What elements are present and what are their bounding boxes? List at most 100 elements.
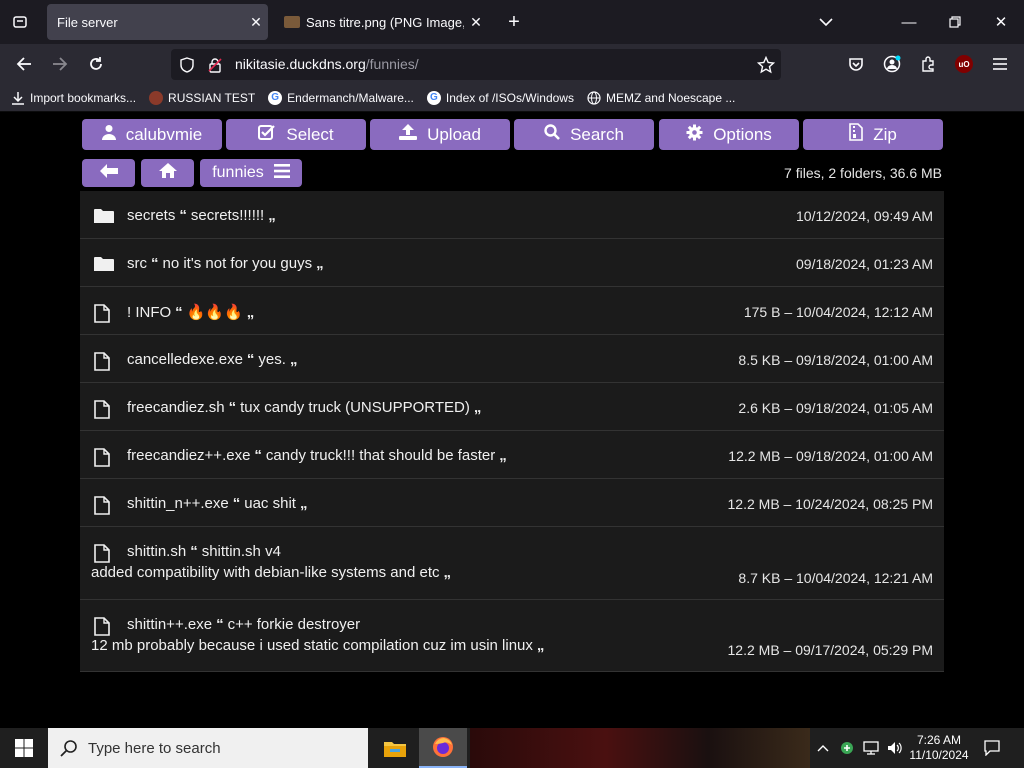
- checkbox-icon: [258, 124, 276, 145]
- file-description: tux candy truck (UNSUPPORTED): [240, 399, 470, 416]
- start-button[interactable]: [0, 728, 48, 768]
- menu-icon[interactable]: [986, 50, 1014, 78]
- quote-open: “: [228, 399, 237, 416]
- bookmark-label: Import bookmarks...: [30, 90, 137, 105]
- folder-row[interactable]: secrets “secrets!!!!!! „ 10/12/2024, 09:49 …: [80, 191, 944, 239]
- file-name[interactable]: freecandiez++.exe: [127, 447, 250, 464]
- file-icon: [94, 400, 114, 419]
- back-button[interactable]: [82, 159, 135, 187]
- file-icon: [94, 448, 114, 467]
- file-name[interactable]: freecandiez.sh: [127, 399, 225, 416]
- globe-icon: [586, 90, 602, 106]
- file-icon: [94, 352, 114, 371]
- recycle-tray-icon[interactable]: [836, 728, 858, 768]
- file-row[interactable]: shittin++.exe “c++ forkie destroyer 12 mb …: [80, 600, 944, 672]
- file-name-line: shittin.sh “shittin.sh v4: [127, 543, 281, 560]
- user-button[interactable]: calubvmie: [82, 119, 222, 150]
- bookmark-russian-test[interactable]: RUSSIAN TEST: [148, 90, 255, 106]
- shield-icon[interactable]: [179, 56, 195, 73]
- page-content: calubvmie Select Upload Search Options Z…: [0, 113, 1024, 728]
- minimize-icon[interactable]: —: [886, 0, 932, 44]
- bookmarks-bar: Import bookmarks... RUSSIAN TEST G Ender…: [0, 84, 1024, 112]
- tab-file-server[interactable]: File server ✕: [47, 4, 268, 40]
- quote-open: “: [232, 495, 241, 512]
- folder-menu-button[interactable]: funnies: [200, 159, 302, 187]
- search-label: Search: [570, 124, 624, 144]
- reload-icon[interactable]: [82, 50, 110, 78]
- bookmark-label: RUSSIAN TEST: [168, 90, 256, 105]
- file-name-line: freecandiez++.exe “candy truck!!! that sh…: [127, 447, 511, 464]
- restore-icon[interactable]: [932, 0, 978, 44]
- file-name-line: cancelledexe.exe “yes. „: [127, 351, 301, 368]
- file-row[interactable]: shittin_n++.exe “uac shit „ 12.2 MB – 10/24…: [80, 479, 944, 527]
- new-tab-icon[interactable]: +: [502, 10, 526, 34]
- bookmark-star-icon[interactable]: [757, 56, 775, 74]
- tab-label: Sans titre.png (PNG Image, 335: [306, 14, 464, 30]
- image-tab-icon: [284, 16, 300, 28]
- folder-row[interactable]: src “no it's not for you guys „ 09/18/2024,…: [80, 239, 944, 287]
- notifications-icon[interactable]: [980, 728, 1004, 768]
- home-button[interactable]: [141, 159, 194, 187]
- volume-icon[interactable]: [884, 728, 906, 768]
- upload-button[interactable]: Upload: [370, 119, 510, 150]
- file-row[interactable]: cancelledexe.exe “yes. „ 8.5 KB – 09/18/202…: [80, 335, 944, 383]
- zip-button[interactable]: Zip: [803, 119, 943, 150]
- file-icon: [94, 496, 114, 515]
- file-row[interactable]: freecandiez++.exe “candy truck!!! that sh…: [80, 431, 944, 479]
- file-name[interactable]: src: [127, 255, 147, 272]
- file-meta: 12.2 MB – 10/24/2024, 08:25 PM: [727, 496, 933, 512]
- search-button[interactable]: Search: [514, 119, 654, 150]
- ublock-icon[interactable]: uO: [950, 50, 978, 78]
- select-button[interactable]: Select: [226, 119, 366, 150]
- list-all-tabs-icon[interactable]: [814, 10, 838, 34]
- file-row[interactable]: ! INFO “🔥🔥🔥 „ 175 B – 10/04/2024, 12:12 AM: [80, 287, 944, 335]
- tab-list-icon[interactable]: [8, 10, 32, 34]
- bookmark-label: Index of /ISOs/Windows: [445, 90, 574, 105]
- tab-png-image[interactable]: Sans titre.png (PNG Image, 335 ✕: [276, 4, 488, 40]
- options-button[interactable]: Options: [659, 119, 799, 150]
- clock[interactable]: 7:26 AM 11/10/2024: [908, 728, 970, 768]
- file-description-continued: 12 mb probably because i used static com…: [91, 637, 548, 654]
- file-name[interactable]: shittin_n++.exe: [127, 495, 229, 512]
- quote-close: „: [299, 495, 308, 512]
- extensions-icon[interactable]: [914, 50, 942, 78]
- file-name[interactable]: shittin.sh: [127, 543, 186, 560]
- file-name[interactable]: shittin++.exe: [127, 616, 212, 633]
- file-name[interactable]: ! INFO: [127, 304, 171, 321]
- back-arrow-icon[interactable]: [10, 50, 38, 78]
- address-bar[interactable]: nikitasie.duckdns.org/funnies/: [171, 49, 781, 80]
- upload-label: Upload: [427, 124, 481, 144]
- file-description-line2: 12 mb probably because i used static com…: [91, 637, 533, 654]
- bookmark-isos[interactable]: G Index of /ISOs/Windows: [426, 90, 574, 106]
- bookmark-memz[interactable]: MEMZ and Noescape ...: [586, 90, 735, 106]
- file-row[interactable]: freecandiez.sh “tux candy truck (UNSUPPOR…: [80, 383, 944, 431]
- pocket-icon[interactable]: [842, 50, 870, 78]
- file-description-continued: added compatibility with debian-like sys…: [91, 564, 455, 581]
- tab-close-icon[interactable]: ✕: [244, 14, 268, 31]
- bookmark-endermanch[interactable]: G Endermanch/Malware...: [267, 90, 414, 106]
- account-icon[interactable]: [878, 50, 906, 78]
- file-meta: 8.5 KB – 09/18/2024, 01:00 AM: [738, 352, 933, 368]
- file-name[interactable]: cancelledexe.exe: [127, 351, 243, 368]
- close-window-icon[interactable]: ✕: [978, 0, 1024, 44]
- bookmark-import[interactable]: Import bookmarks...: [10, 90, 136, 106]
- firefox-taskbar-icon[interactable]: [419, 728, 467, 768]
- taskbar: Type here to search 7:26 AM 11/10/2024: [0, 728, 1024, 768]
- file-explorer-taskbar-icon[interactable]: [371, 728, 419, 768]
- insecure-lock-icon[interactable]: [207, 57, 223, 73]
- file-name-line: secrets “secrets!!!!!! „: [127, 207, 280, 224]
- file-meta: 8.7 KB – 10/04/2024, 12:21 AM: [738, 570, 933, 586]
- file-name[interactable]: secrets: [127, 207, 175, 224]
- file-row[interactable]: shittin.sh “shittin.sh v4 added compatibil…: [80, 527, 944, 600]
- show-hidden-icons-chevron-icon[interactable]: [812, 728, 834, 768]
- quote-close: „: [246, 304, 255, 321]
- file-meta: 175 B – 10/04/2024, 12:12 AM: [743, 304, 933, 320]
- network-icon[interactable]: [860, 728, 882, 768]
- quote-open: “: [246, 351, 255, 368]
- taskbar-search-box[interactable]: Type here to search: [48, 728, 368, 768]
- forward-arrow-icon[interactable]: [46, 50, 74, 78]
- tab-close-icon[interactable]: ✕: [464, 14, 488, 31]
- user-icon: [101, 124, 116, 145]
- quote-close: „: [268, 207, 276, 224]
- quote-close: „: [473, 399, 482, 416]
